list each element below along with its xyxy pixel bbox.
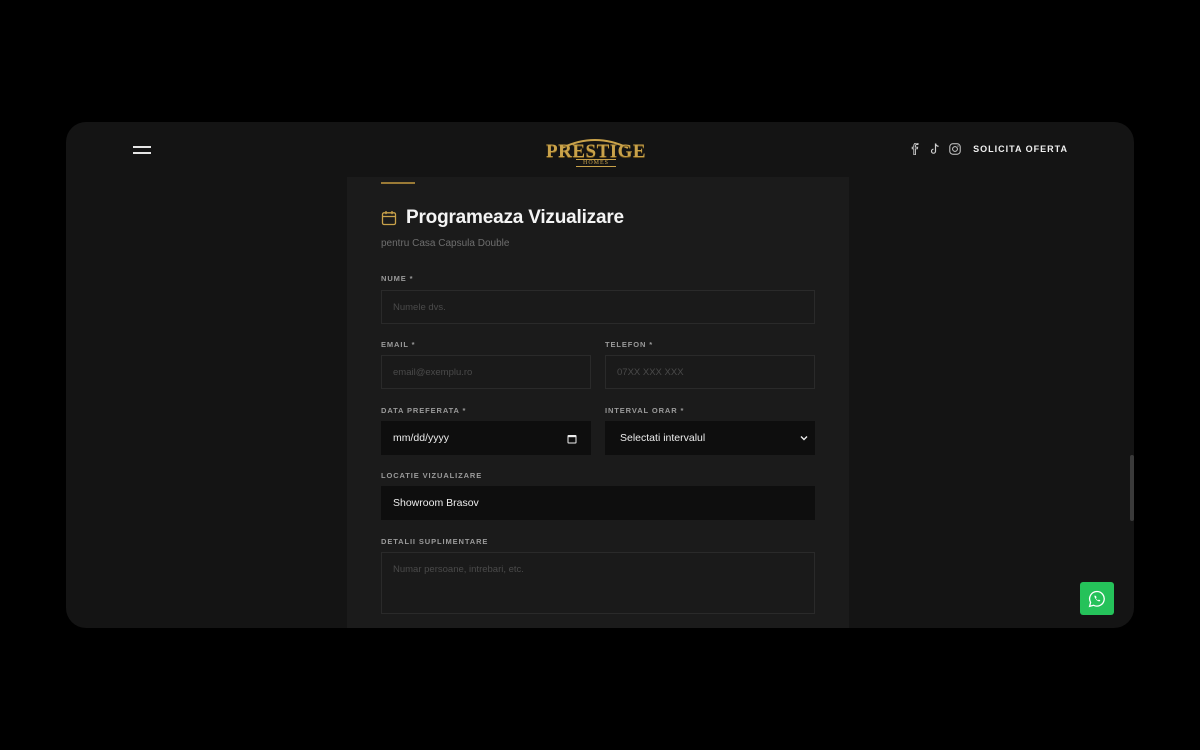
scrollbar-thumb[interactable] [1130, 455, 1134, 521]
data-preferata-label: DATA PREFERATA * [381, 406, 467, 415]
interval-select-value: Selectati intervalul [620, 432, 706, 444]
calendar-picker-icon[interactable] [567, 434, 577, 444]
whatsapp-button[interactable] [1080, 582, 1114, 615]
form-header: Programeaza Vizualizare [381, 207, 624, 229]
hamburger-menu-icon[interactable] [133, 146, 151, 156]
logo-subtext: HOMES [576, 159, 616, 167]
chevron-down-icon [800, 436, 808, 441]
header-actions: SOLICITA OFERTA [908, 141, 1068, 157]
booking-form: Programeaza Vizualizare pentru Casa Caps… [347, 177, 849, 628]
tiktok-icon[interactable] [928, 142, 942, 156]
telefon-label: TELEFON * [605, 340, 654, 349]
form-title: Programeaza Vizualizare [406, 207, 624, 228]
nume-label: NUME * [381, 274, 414, 283]
locatie-value: Showroom Brasov [393, 497, 479, 509]
instagram-icon[interactable] [948, 142, 962, 156]
interval-select[interactable]: Selectati intervalul [605, 421, 815, 455]
interval-orar-label: INTERVAL ORAR * [605, 406, 685, 415]
locatie-input[interactable]: Showroom Brasov [381, 486, 815, 520]
solicita-oferta-link[interactable]: SOLICITA OFERTA [973, 144, 1068, 154]
date-input[interactable]: mm/dd/yyyy [381, 421, 591, 455]
detalii-label: DETALII SUPLIMENTARE [381, 537, 489, 546]
whatsapp-icon [1088, 590, 1105, 607]
logo[interactable]: PRESTIGE HOMES [546, 132, 646, 167]
email-input[interactable]: email@exemplu.ro [381, 355, 591, 389]
detalii-textarea[interactable]: Numar persoane, intrebari, etc. [381, 552, 815, 614]
email-label: EMAIL * [381, 340, 416, 349]
form-subtitle: pentru Casa Capsula Double [381, 238, 510, 249]
locatie-label: LOCATIE VIZUALIZARE [381, 471, 483, 480]
date-input-value: mm/dd/yyyy [393, 432, 450, 444]
accent-divider [381, 182, 415, 184]
calendar-icon [381, 211, 397, 226]
facebook-icon[interactable] [908, 142, 922, 156]
telefon-input[interactable]: 07XX XXX XXX [605, 355, 815, 389]
app-window: PRESTIGE HOMES SOLICITA OFERTA Programea… [66, 122, 1134, 628]
nume-input[interactable]: Numele dvs. [381, 290, 815, 324]
